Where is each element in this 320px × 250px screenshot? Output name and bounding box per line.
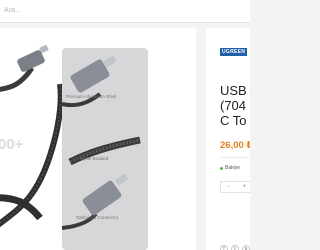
- product-title-line-2: (704: [220, 98, 247, 113]
- caption-aluminum-shell: Premium Aluminum Shell: [66, 94, 117, 99]
- social-share: f t p ✉: [220, 245, 250, 250]
- pinterest-icon[interactable]: p: [242, 245, 250, 250]
- brand-logo[interactable]: UGREEN: [220, 48, 248, 56]
- search-input[interactable]: [4, 5, 194, 16]
- product-image[interactable]: Premium Aluminum Shell Nylon Braided Opt…: [0, 28, 196, 250]
- qty-minus-button[interactable]: -: [228, 184, 230, 190]
- stock-dot-icon: [220, 166, 223, 170]
- product-price: 26,00 ₺: [220, 140, 250, 151]
- stock-status: Bakiye: [220, 165, 240, 171]
- badge-text: 00+: [0, 136, 24, 153]
- divider: [220, 157, 250, 158]
- stock-text: Bakiye: [225, 165, 241, 171]
- brand-logo-text: UGREEN: [220, 48, 248, 56]
- search-bar: [0, 0, 250, 23]
- qty-plus-button[interactable]: +: [243, 184, 247, 190]
- caption-optimized-connector: Optimized Connector: [76, 215, 119, 220]
- twitter-icon[interactable]: t: [231, 245, 239, 250]
- quantity-stepper[interactable]: - +: [220, 181, 250, 193]
- product-info-panel: UGREEN USB A (704 C To 26,00 ₺ Bakiye - …: [206, 28, 250, 250]
- product-title-line-1: USB A: [220, 83, 250, 98]
- facebook-icon[interactable]: f: [220, 245, 228, 250]
- product-title-line-3: C To: [220, 113, 247, 128]
- caption-nylon-braided: Nylon Braided: [80, 156, 109, 161]
